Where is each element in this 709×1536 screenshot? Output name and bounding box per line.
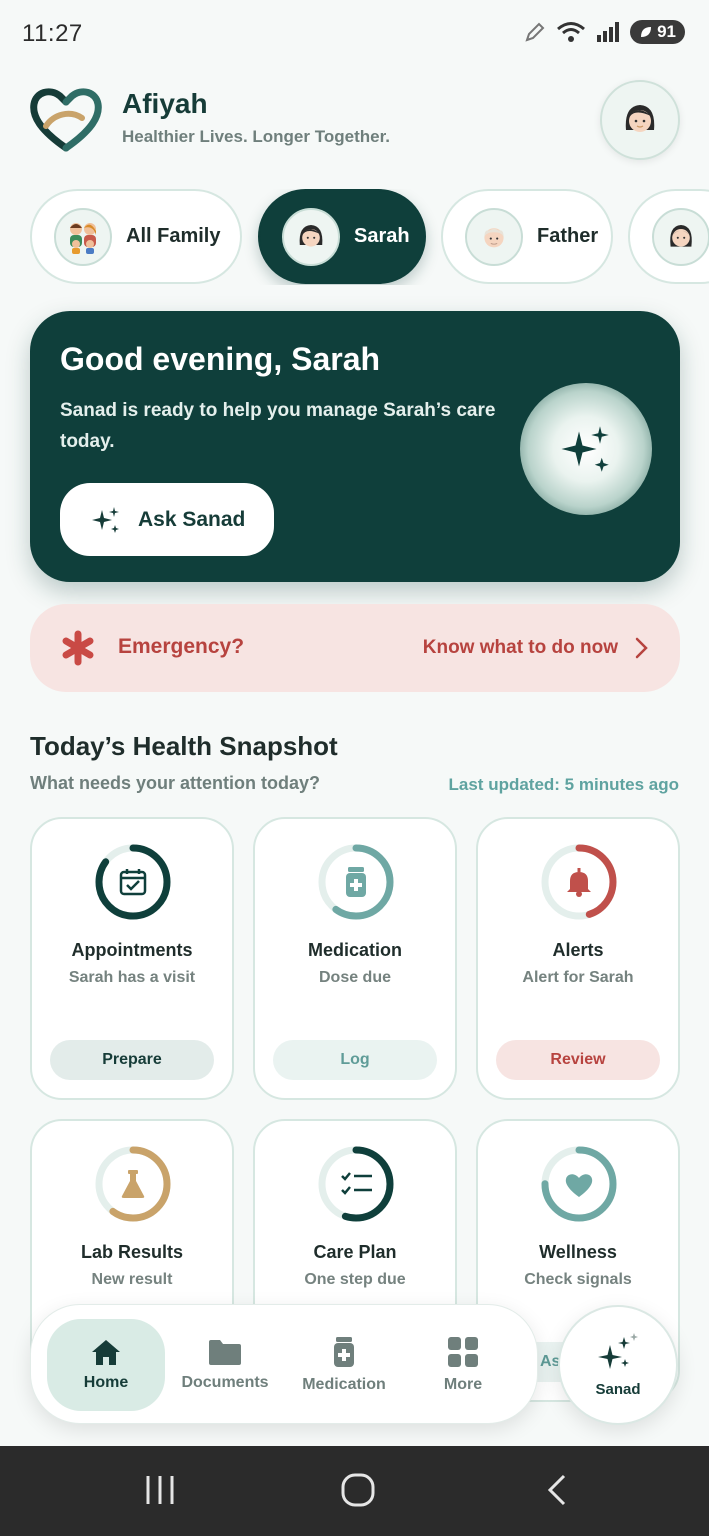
log-button[interactable]: Log (273, 1040, 437, 1080)
nav-label: More (443, 1376, 483, 1393)
bell-icon (567, 868, 591, 897)
member-avatar (652, 207, 709, 266)
battery-indicator: 91 (630, 20, 685, 44)
nav-label: Documents (181, 1374, 269, 1391)
section-subtitle: What needs your attention today? (30, 773, 321, 793)
chip-sarah[interactable]: Sarah (258, 189, 426, 284)
review-button[interactable]: Review (496, 1040, 660, 1080)
card-title: Wellness (539, 1242, 617, 1262)
back-icon[interactable] (544, 1472, 568, 1508)
prepare-button[interactable]: Prepare (50, 1040, 214, 1080)
card-subtitle: Sarah has a visit (68, 969, 196, 986)
family-icon (70, 222, 96, 254)
nav-label: Home (83, 1374, 129, 1391)
medical-asterisk-icon (62, 630, 94, 666)
family-avatar (54, 207, 112, 266)
woman-avatar-icon (299, 224, 323, 247)
chip-member-partial[interactable] (628, 189, 709, 284)
card-subtitle: Dose due (318, 969, 391, 986)
chip-father[interactable]: Father (441, 189, 613, 284)
card-title: Care Plan (313, 1242, 397, 1262)
sparkles-icon (598, 1332, 638, 1369)
wifi-icon (557, 22, 586, 42)
sanad-fab-label: Sanad (595, 1380, 641, 1398)
chip-all-family[interactable]: All Family (30, 189, 242, 284)
pill-bottle-icon (346, 867, 366, 897)
chip-label: Father (537, 225, 599, 247)
grid-icon (448, 1337, 478, 1367)
recent-apps-icon[interactable] (144, 1472, 176, 1508)
greeting-card: Good evening, Sarah Sanad is ready to he… (30, 311, 680, 582)
nav-home[interactable]: Home (47, 1319, 165, 1411)
chevron-right-icon (635, 637, 648, 659)
greeting-title: Good evening, Sarah (60, 341, 381, 377)
status-bar: 11:27 91 (0, 0, 709, 66)
card-subtitle: Check signals (524, 1271, 632, 1288)
pill-bottle-icon (334, 1337, 354, 1367)
chip-label: All Family (126, 225, 221, 247)
appointments-card[interactable]: Appointments Sarah has a visit Prepare (30, 817, 234, 1100)
calendar-check-icon (119, 869, 147, 896)
app-header: Afiyah Healthier Lives. Longer Together. (30, 80, 680, 162)
sanad-fab-button[interactable]: Sanad (558, 1305, 678, 1425)
emergency-label: Emergency? (118, 635, 245, 658)
battery-level: 91 (657, 22, 676, 41)
ask-sanad-label: Ask Sanad (138, 507, 246, 531)
edit-pen-icon (525, 22, 545, 42)
nav-label: Medication (302, 1376, 386, 1393)
card-title: Medication (307, 940, 402, 960)
girl-avatar-icon (670, 224, 692, 247)
card-title: Appointments (71, 940, 193, 960)
card-title: Alerts (552, 940, 604, 960)
signal-icon (597, 22, 620, 42)
bottom-navigation: Home Documents Medication More (30, 1304, 538, 1424)
profile-avatar-button[interactable] (600, 80, 680, 160)
sarah-avatar (282, 207, 340, 266)
card-title: Lab Results (80, 1242, 184, 1262)
home-icon (92, 1340, 120, 1365)
status-icons: 91 (524, 20, 685, 44)
sanad-orb (520, 383, 652, 515)
folder-icon (209, 1340, 241, 1365)
heart-icon (565, 1174, 593, 1197)
sparkles-icon (92, 506, 119, 533)
woman-avatar-icon (625, 105, 655, 132)
chip-label: Sarah (354, 225, 410, 247)
old-man-avatar-icon (484, 227, 504, 247)
card-subtitle: One step due (304, 1271, 406, 1288)
alerts-card[interactable]: Alerts Alert for Sarah Review (476, 817, 680, 1100)
family-selector: All Family Sarah Father (30, 189, 709, 285)
nav-medication[interactable]: Medication (285, 1319, 403, 1411)
card-subtitle: New result (91, 1271, 173, 1288)
status-time: 11:27 (22, 20, 83, 47)
brand-tagline: Healthier Lives. Longer Together. (122, 127, 390, 146)
last-updated: Last updated: 5 minutes ago (448, 775, 679, 794)
ask-sanad-button[interactable]: Ask Sanad (60, 483, 274, 556)
section-title: Today’s Health Snapshot (30, 731, 338, 761)
father-avatar (465, 207, 523, 266)
brand-name: Afiyah (122, 88, 208, 119)
flask-icon (121, 1170, 145, 1198)
home-circle-icon[interactable] (340, 1472, 376, 1508)
afiyah-logo-icon (30, 88, 102, 152)
checklist-icon (341, 1172, 372, 1195)
emergency-banner[interactable]: Emergency? Know what to do now (30, 604, 680, 692)
nav-more[interactable]: More (404, 1319, 522, 1411)
sparkles-icon (561, 426, 609, 472)
nav-documents[interactable]: Documents (166, 1319, 284, 1411)
leaf-icon (641, 27, 652, 37)
system-navigation-bar (0, 1446, 709, 1536)
medication-card[interactable]: Medication Dose due Log (253, 817, 457, 1100)
card-subtitle: Alert for Sarah (522, 969, 634, 986)
emergency-link[interactable]: Know what to do now (423, 637, 618, 659)
greeting-message: Sanad is ready to help you manage Sarah’… (60, 400, 496, 452)
